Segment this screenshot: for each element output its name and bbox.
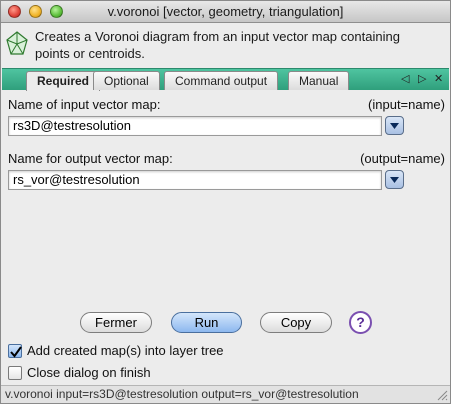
input-field-label-row: Name of input vector map: (input=name) (8, 97, 445, 112)
checkmark-icon (10, 346, 22, 358)
output-field-label: Name for output vector map: (8, 151, 173, 166)
voronoi-module-icon (6, 31, 28, 55)
input-map-combo[interactable]: rs3D@testresolution (8, 116, 382, 136)
title-bar[interactable]: v.voronoi [vector, geometry, triangulati… (1, 1, 450, 23)
module-header: Creates a Voronoi diagram from an input … (1, 24, 450, 68)
add-to-tree-checkbox[interactable] (8, 344, 22, 358)
run-button[interactable]: Run (171, 312, 242, 333)
output-field-label-row: Name for output vector map: (output=name… (8, 151, 445, 166)
tab-required[interactable]: Required (26, 71, 101, 91)
input-map-dropdown-button[interactable] (385, 116, 404, 135)
tab-optional[interactable]: Optional (93, 71, 160, 90)
close-on-finish-label: Close dialog on finish (27, 365, 151, 380)
tab-scroll-right-icon[interactable]: ▷ (418, 72, 426, 85)
tab-scroll-left-icon[interactable]: ◁ (401, 72, 409, 85)
tab-strip: Required Optional Command output Manual … (2, 68, 449, 91)
dialog-window: v.voronoi [vector, geometry, triangulati… (0, 0, 451, 404)
close-on-finish-checkbox[interactable] (8, 366, 22, 380)
output-param-name: (output=name) (360, 151, 445, 166)
command-preview: v.voronoi input=rs3D@testresolution outp… (5, 387, 359, 401)
module-description: Creates a Voronoi diagram from an input … (35, 29, 400, 61)
chevron-down-icon (390, 123, 399, 129)
status-bar: v.voronoi input=rs3D@testresolution outp… (1, 385, 450, 403)
tab-manual[interactable]: Manual (288, 71, 350, 90)
add-to-tree-label: Add created map(s) into layer tree (27, 343, 224, 358)
window-title: v.voronoi [vector, geometry, triangulati… (107, 4, 344, 19)
input-param-name: (input=name) (368, 97, 445, 112)
tab-command-output[interactable]: Command output (164, 71, 279, 90)
tab-close-icon[interactable]: ✕ (434, 72, 443, 85)
input-field-label: Name of input vector map: (8, 97, 161, 112)
output-map-combo[interactable]: rs_vor@testresolution (8, 170, 382, 190)
resize-grip-icon[interactable] (437, 390, 448, 401)
close-button[interactable]: Fermer (80, 312, 152, 333)
chevron-down-icon (390, 177, 399, 183)
help-button[interactable]: ? (349, 311, 372, 334)
copy-button[interactable]: Copy (260, 312, 332, 333)
output-map-dropdown-button[interactable] (385, 170, 404, 189)
